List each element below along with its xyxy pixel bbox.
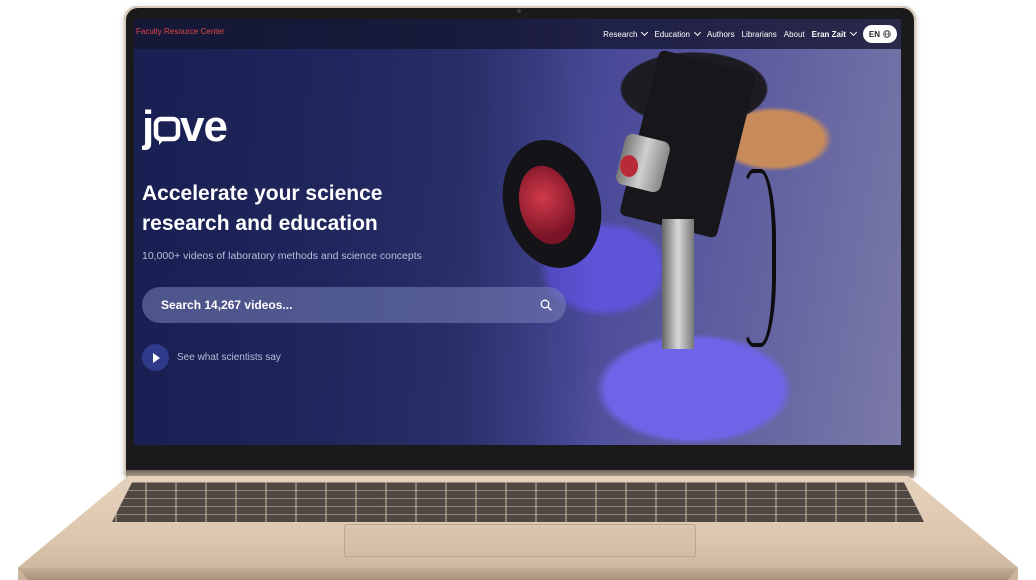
- lab-cable-image: [738, 169, 776, 347]
- nav-education[interactable]: Education: [654, 28, 702, 39]
- nav-education-label: Education: [654, 29, 691, 39]
- keyboard-rows: [112, 482, 924, 522]
- lab-post-image: [662, 219, 694, 349]
- play-button[interactable]: [142, 344, 169, 371]
- cta-label: See what scientists say: [177, 352, 281, 363]
- main-nav: Research Education Authors Librarians Ab…: [603, 24, 897, 44]
- hero-subheadline: 10,000+ videos of laboratory methods and…: [142, 250, 422, 262]
- search-bar[interactable]: [142, 287, 566, 323]
- nav-authors[interactable]: Authors: [707, 30, 735, 39]
- hero-headline-line-2: research and education: [142, 212, 378, 235]
- user-name: Eran Zait: [811, 29, 846, 39]
- nav-research-label: Research: [603, 29, 638, 39]
- see-what-scientists-say-link[interactable]: See what scientists say: [142, 344, 281, 371]
- svg-text:j: j: [142, 102, 153, 151]
- nav-research[interactable]: Research: [603, 28, 649, 39]
- nav-about[interactable]: About: [784, 30, 805, 39]
- nav-librarians[interactable]: Librarians: [742, 30, 777, 39]
- lab-laser-image: [620, 155, 638, 177]
- globe-icon: [883, 30, 891, 38]
- hero-headline-line-1: Accelerate your science: [142, 182, 383, 205]
- top-navigation-bar: Faculty Resource Center Research Educati…: [134, 19, 901, 49]
- trackpad: [344, 524, 696, 557]
- hero-headline: Accelerate your science research and edu…: [142, 179, 442, 239]
- svg-text:ve: ve: [180, 102, 227, 151]
- website-screen: Faculty Resource Center Research Educati…: [134, 19, 901, 445]
- laptop-front-edge: [18, 568, 1018, 580]
- search-icon[interactable]: [540, 299, 552, 311]
- user-menu[interactable]: Eran Zait: [811, 28, 857, 39]
- faculty-resource-center-link[interactable]: Faculty Resource Center: [136, 27, 224, 36]
- chevron-down-icon: [641, 28, 649, 37]
- chevron-down-icon: [849, 28, 857, 37]
- language-code: EN: [868, 29, 880, 39]
- webcam: [517, 9, 521, 13]
- search-input[interactable]: [159, 297, 540, 313]
- jove-logo[interactable]: j ve: [142, 97, 242, 157]
- play-icon: [153, 352, 160, 363]
- language-selector[interactable]: EN: [862, 25, 897, 43]
- chevron-down-icon: [693, 28, 702, 37]
